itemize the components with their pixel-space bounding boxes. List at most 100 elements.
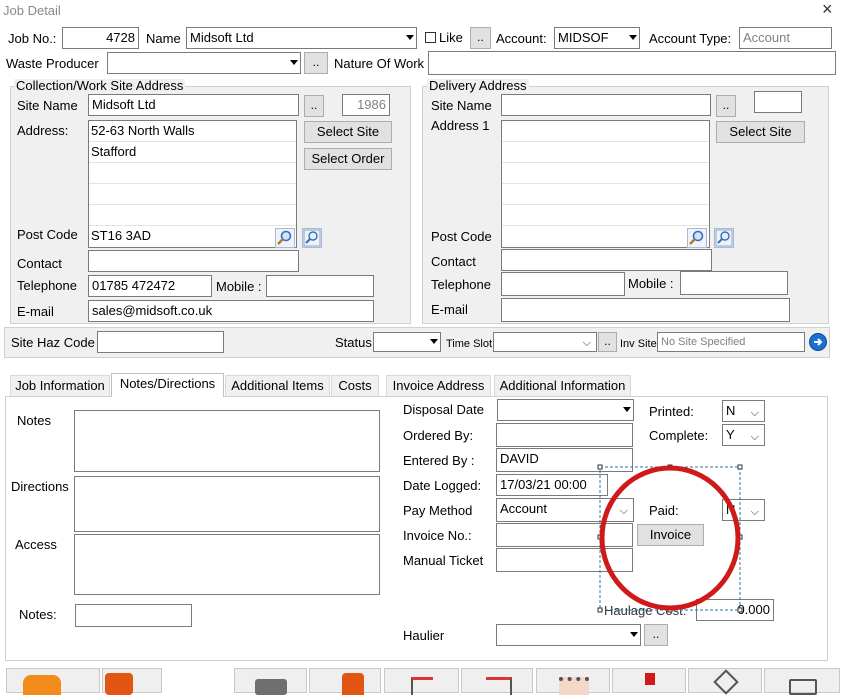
toolbar-button-3[interactable] [234,668,307,695]
tab-additional-information[interactable]: Additional Information [494,375,631,397]
haulier-lookup-button[interactable]: .. [644,624,668,646]
delivery-address-label: Address 1 [431,118,490,133]
address-line [502,205,709,226]
status-combo[interactable] [373,332,441,352]
close-icon[interactable]: × [822,0,833,18]
toolbar-button-9[interactable] [688,668,762,695]
ordered-by-field[interactable] [496,423,633,447]
address-line-4[interactable] [89,184,296,205]
disposal-date-picker[interactable] [497,399,634,421]
directions-textarea[interactable] [74,476,380,532]
delivery-contact-field[interactable] [501,249,712,271]
haulier-combo[interactable] [496,624,641,646]
magnifier-icon[interactable] [275,228,295,248]
chevron-down-icon: ⌵ [582,337,591,349]
like-checkbox[interactable] [425,32,436,43]
collection-site-name-field[interactable]: Midsoft Ltd [88,94,299,116]
rss-icon [23,675,61,695]
collection-email-field[interactable]: sales@midsoft.co.uk [88,300,374,322]
notes-textarea[interactable] [74,410,380,472]
collection-contact-field[interactable] [88,250,299,272]
entered-by-label: Entered By : [403,453,475,468]
toolbar-button-1[interactable] [6,668,100,695]
resize-handle[interactable] [737,607,743,613]
printed-combo[interactable]: N ⌵ [722,400,765,422]
ordered-by-label: Ordered By: [403,428,474,443]
tab-additional-items[interactable]: Additional Items [225,375,330,397]
inv-site-field[interactable]: No Site Specified [657,332,805,352]
short-notes-field[interactable] [75,604,192,627]
complete-value: Y [726,427,735,442]
arrow-right-circle-icon[interactable] [809,333,827,351]
chevron-down-icon [430,339,438,344]
collection-telephone-field[interactable]: 01785 472472 [88,275,212,297]
job-no-field[interactable]: 4728 [62,27,139,49]
resize-handle[interactable] [597,607,603,613]
collection-site-lookup-button[interactable]: .. [304,95,324,117]
access-label: Access [15,537,57,552]
time-slot-lookup-button[interactable]: .. [598,332,617,352]
complete-combo[interactable]: Y ⌵ [722,424,765,446]
address-line-5[interactable] [89,205,296,226]
site-haz-code-field[interactable] [97,331,224,353]
toolbar-button-5[interactable] [384,668,459,695]
tab-costs[interactable]: Costs [331,375,379,397]
tab-notes-directions[interactable]: Notes/Directions [111,373,224,397]
account-type-field[interactable]: Account [739,27,832,49]
tab-job-information[interactable]: Job Information [10,375,110,397]
resize-handle[interactable] [737,464,743,470]
delivery-email-label: E-mail [431,302,468,317]
chevron-down-icon: ⌵ [750,431,759,443]
delivery-mobile-field[interactable] [680,271,788,295]
waste-producer-lookup-button[interactable]: .. [304,52,328,74]
collection-group-title: Collection/Work Site Address [14,78,186,93]
tab-invoice-address[interactable]: Invoice Address [386,375,491,397]
delivery-site-name-label: Site Name [431,98,492,113]
delivery-telephone-field[interactable] [501,272,625,296]
toolbar-button-4[interactable] [309,668,381,695]
address-line [502,142,709,163]
toolbar-button-8[interactable] [612,668,686,693]
thumbs-up-icon [342,673,364,695]
access-textarea[interactable] [74,534,380,595]
pay-method-label: Pay Method [403,503,473,518]
delivery-select-site-button[interactable]: Select Site [716,121,805,143]
collection-select-order-button[interactable]: Select Order [304,148,392,170]
toolbar-button-2[interactable] [102,668,162,695]
delivery-site-name-field[interactable] [501,94,711,116]
edit-icon [411,677,433,695]
waste-producer-combo[interactable] [107,52,301,74]
magnifier-icon[interactable] [687,228,707,248]
resize-handle[interactable] [597,464,603,470]
address-line-1[interactable]: 52-63 North Walls [89,121,296,142]
collection-mobile-field[interactable] [266,275,374,297]
toolbar-button-6[interactable] [461,668,533,695]
address-line-3[interactable] [89,163,296,184]
collection-site-id-field[interactable]: 1986 [342,94,390,116]
window-title: Job Detail [3,3,61,18]
date-logged-label: Date Logged: [403,478,482,493]
time-slot-combo[interactable]: ⌵ [493,332,597,352]
delivery-site-id-field[interactable] [754,91,802,113]
delivery-site-lookup-button[interactable]: .. [716,95,736,117]
nature-of-work-field[interactable] [428,51,836,75]
magnifier-zoom-icon[interactable] [714,228,734,248]
like-lookup-button[interactable]: .. [470,27,491,49]
magnifier-zoom-icon[interactable] [302,228,322,248]
toolbar-button-7[interactable] [536,668,610,695]
collection-select-site-button[interactable]: Select Site [304,121,392,143]
delivery-address-box[interactable] [501,120,710,248]
delivery-email-field[interactable] [501,298,790,322]
address-line-2[interactable]: Stafford [89,142,296,163]
toolbar-button-10[interactable] [764,668,840,695]
site-haz-code-label: Site Haz Code [11,335,95,350]
collection-post-code-field[interactable]: ST16 3AD [89,227,269,247]
notes-label: Notes [17,413,51,428]
delivery-group-title: Delivery Address [427,78,529,93]
delivery-telephone-label: Telephone [431,277,491,292]
name-combo[interactable]: Midsoft Ltd [186,27,417,49]
collection-address-label: Address: [17,123,69,138]
pay-method-value: Account [500,501,547,516]
annotation-overlay [597,464,743,613]
account-combo[interactable]: MIDSOF [554,27,640,49]
